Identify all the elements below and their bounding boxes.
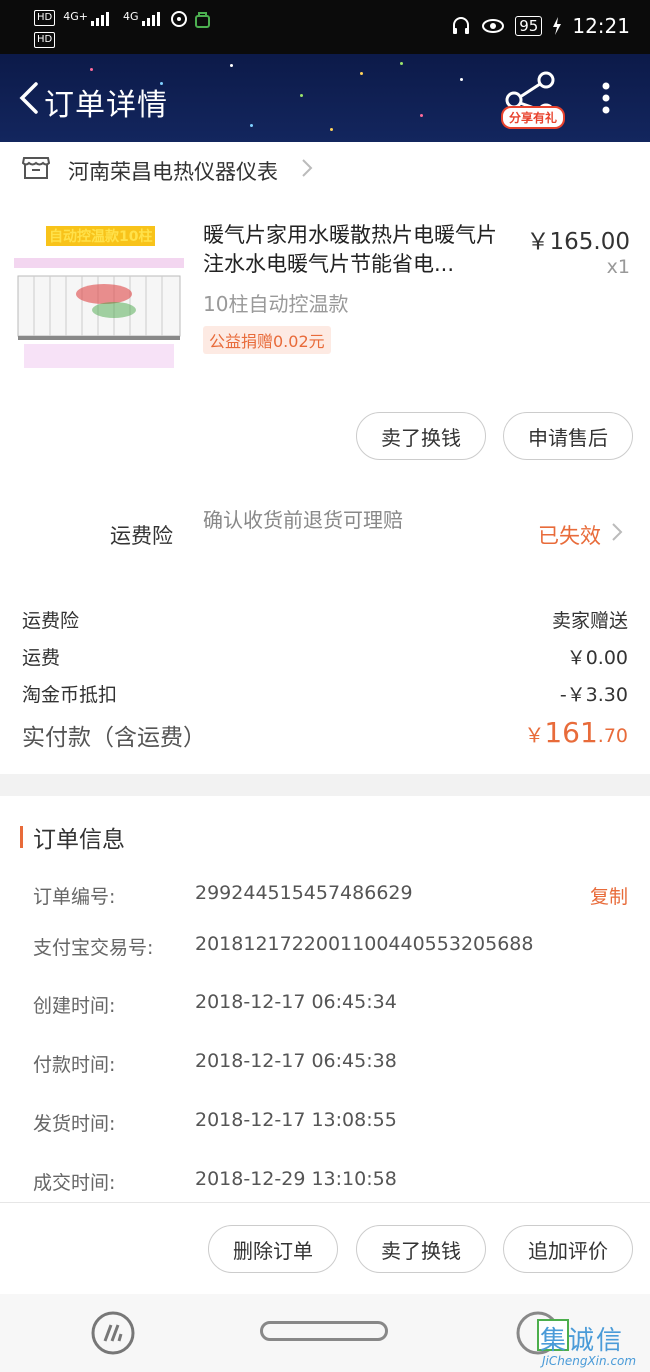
info-value: 2018-12-29 13:10:58 [195, 1168, 397, 1190]
status-bar: HD 4G+ 4G HD 95 12:21 [0, 0, 650, 54]
info-label: 付款时间: [33, 1054, 116, 1076]
more-icon[interactable] [592, 80, 620, 120]
radiator-illustration [14, 258, 184, 368]
watermark-chars: 集诚信 [540, 1326, 625, 1356]
info-value: 2018-12-17 13:08:55 [195, 1109, 397, 1131]
hotspot-icon [170, 11, 187, 27]
header-bar: 订单详情 分享有礼 [0, 54, 650, 142]
freight-insurance-label: 运费险 [110, 524, 173, 548]
product-card: 自动控温款10柱 暖气片家用水暖散热片电暖气片注水水电暖气片节能省电... ￥1… [0, 196, 650, 496]
sell-button[interactable]: 卖了换钱 [356, 1225, 486, 1273]
decor-star [400, 62, 403, 65]
info-row-paid-time: 付款时间: 2018-12-17 06:45:38 [33, 1050, 628, 1077]
info-value: 299244515457486629 [195, 882, 413, 904]
freight-insurance-row[interactable]: 运费险 确认收货前退货可理赔 已失效 [0, 496, 650, 588]
eye-comfort-icon [482, 19, 505, 33]
info-label: 创建时间: [33, 995, 116, 1017]
fee-row: 运费 ￥0.00 [22, 643, 628, 670]
info-label: 成交时间: [33, 1172, 116, 1194]
shop-name[interactable]: 河南荣昌电热仪器仪表 [68, 156, 278, 186]
sim2-label: HD [34, 32, 56, 48]
info-row-order-number: 订单编号: 299244515457486629 复制 [33, 882, 628, 909]
fee-label: 淘金币抵扣 [22, 684, 118, 706]
decor-star [250, 124, 253, 127]
info-value: 2018-12-17 06:45:38 [195, 1050, 397, 1072]
app-launcher-icon[interactable] [90, 1310, 136, 1356]
clock: 12:21 [572, 14, 630, 38]
info-value: 2018-12-17 06:45:34 [195, 991, 397, 1013]
sell-button[interactable]: 卖了换钱 [356, 412, 486, 460]
fee-value: -￥3.30 [559, 684, 628, 706]
fee-row: 运费险 卖家赠送 [22, 606, 628, 633]
headset-icon [453, 17, 470, 34]
signal-icon [91, 12, 110, 26]
copy-button[interactable]: 复制 [590, 882, 628, 909]
fee-summary: 运费险 卖家赠送 运费 ￥0.00 淘金币抵扣 -￥3.30 实付款（含运费） ￥16… [0, 588, 650, 774]
decor-star [300, 94, 303, 97]
app-notification-icon [195, 12, 211, 28]
watermark-url: JiChengXin.com [542, 1354, 637, 1368]
network1-label: 4G+ [63, 10, 88, 23]
decor-star [230, 64, 233, 67]
paid-amount: ￥161.70 [524, 716, 628, 749]
decor-star [360, 72, 363, 75]
info-label: 订单编号: [33, 886, 116, 908]
fee-label: 运费 [22, 647, 61, 669]
sim1-label: HD [34, 10, 56, 26]
charging-icon [553, 17, 562, 35]
status-right: 95 12:21 [451, 14, 630, 38]
paid-label: 实付款（含运费） [22, 725, 206, 751]
decor-star [460, 78, 463, 81]
fee-label: 运费险 [22, 610, 80, 632]
after-sale-button[interactable]: 申请售后 [503, 412, 633, 460]
order-info-section: 订单信息 订单编号: 299244515457486629 复制 支付宝交易号:… [0, 796, 650, 1202]
fee-value: ￥0.00 [566, 647, 628, 669]
charity-badge: 公益捐赠0.02元 [203, 326, 331, 354]
decor-star [330, 128, 333, 131]
section-accent-bar [20, 826, 23, 848]
home-pill[interactable] [260, 1321, 388, 1341]
status-left: HD 4G+ 4G HD [34, 10, 213, 48]
product-price: ￥165.00 [526, 229, 630, 255]
chevron-right-icon [612, 523, 623, 541]
chevron-right-icon [302, 159, 313, 177]
battery-indicator: 95 [515, 16, 543, 36]
info-label: 发货时间: [33, 1113, 116, 1135]
store-icon [22, 157, 50, 179]
shop-row[interactable]: 河南荣昌电热仪器仪表 [0, 142, 650, 196]
product-image[interactable]: 自动控温款10柱 [14, 220, 184, 380]
signal-icon [142, 12, 161, 26]
info-row-completed-time: 成交时间: 2018-12-29 13:10:58 [33, 1168, 628, 1195]
info-label: 支付宝交易号: [33, 937, 154, 959]
paid-currency: ￥ [524, 723, 545, 747]
bottom-action-bar: 删除订单 卖了换钱 追加评价 [0, 1202, 650, 1295]
info-value: 2018121722001100440553205688 [195, 933, 534, 955]
delete-order-button[interactable]: 删除订单 [208, 1225, 338, 1273]
product-quantity: x1 [606, 256, 630, 278]
freight-insurance-status[interactable]: 已失效 [538, 520, 601, 550]
fee-row: 淘金币抵扣 -￥3.30 [22, 680, 628, 707]
section-title: 订单信息 [33, 827, 125, 853]
network2-label: 4G [122, 10, 139, 23]
paid-decimal: .70 [597, 725, 628, 747]
info-row-alipay-number: 支付宝交易号: 2018121722001100440553205688 [33, 933, 628, 960]
freight-insurance-desc: 确认收货前退货可理赔 [203, 508, 403, 532]
paid-integer: 161 [544, 716, 598, 749]
info-row-created-time: 创建时间: 2018-12-17 06:45:34 [33, 991, 628, 1018]
decor-star [90, 68, 93, 71]
fee-value: 卖家赠送 [551, 610, 628, 632]
decor-star [420, 114, 423, 117]
info-row-shipped-time: 发货时间: 2018-12-17 13:08:55 [33, 1109, 628, 1136]
add-review-button[interactable]: 追加评价 [503, 1225, 633, 1273]
product-sku: 10柱自动控温款 [203, 292, 349, 316]
share-gift-badge[interactable]: 分享有礼 [501, 106, 566, 129]
page-title: 订单详情 [44, 88, 168, 123]
product-title[interactable]: 暖气片家用水暖散热片电暖气片注水水电暖气片节能省电... [203, 221, 513, 279]
